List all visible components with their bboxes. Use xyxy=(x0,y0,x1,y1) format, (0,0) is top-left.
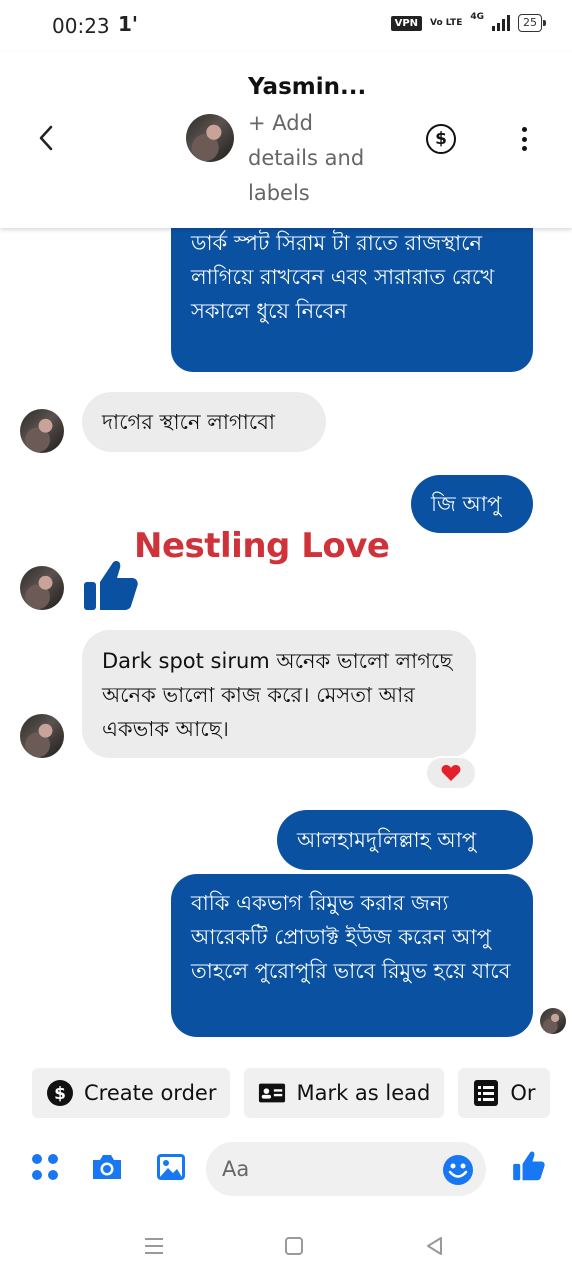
contact-avatar[interactable] xyxy=(186,114,234,162)
svg-text:$: $ xyxy=(54,1084,66,1104)
thumbs-up-icon xyxy=(513,1151,545,1181)
contact-name[interactable]: Yasmin... xyxy=(248,74,366,100)
status-extra: 1' xyxy=(118,12,139,36)
order-list-icon xyxy=(472,1079,500,1107)
dollar-button[interactable]: $ xyxy=(426,124,456,154)
order-button[interactable]: Or xyxy=(458,1068,550,1118)
status-time: 00:23 xyxy=(52,14,110,38)
more-options-button[interactable] xyxy=(512,124,536,154)
heart-icon xyxy=(441,765,461,781)
quick-actions-bar: $ Create order Mark as lead Or xyxy=(32,1068,572,1118)
mark-as-lead-button[interactable]: Mark as lead xyxy=(244,1068,445,1118)
add-details-link[interactable]: + Add details and labels xyxy=(248,106,388,211)
dollar-circle-icon: $ xyxy=(46,1079,74,1107)
message-bubble-incoming[interactable]: দাগের স্থানে লাগাবো xyxy=(82,392,326,452)
sender-avatar xyxy=(20,409,64,453)
menu-icon xyxy=(145,1238,163,1254)
id-card-icon xyxy=(258,1079,286,1107)
dollar-icon: $ xyxy=(435,129,447,149)
camera-icon[interactable] xyxy=(90,1150,124,1184)
vpn-badge: VPN xyxy=(390,15,423,31)
gallery-icon[interactable] xyxy=(154,1150,188,1184)
message-bubble-outgoing[interactable]: জি আপু xyxy=(411,475,533,533)
message-bubble-outgoing[interactable]: ডার্ক স্পট সিরাম টা রাতে রাজস্থানে লাগিয… xyxy=(171,214,533,372)
thumbs-up-send-button[interactable] xyxy=(512,1148,546,1182)
create-order-label: Create order xyxy=(84,1081,217,1105)
back-button[interactable] xyxy=(28,120,64,156)
composer-bar xyxy=(0,1138,572,1202)
emoji-icon[interactable] xyxy=(442,1154,474,1186)
network-type: 4G xyxy=(470,12,484,22)
home-button[interactable] xyxy=(281,1234,307,1258)
message-input-box[interactable] xyxy=(206,1142,486,1196)
sender-avatar xyxy=(20,714,64,758)
mark-as-lead-label: Mark as lead xyxy=(296,1081,431,1105)
order-label: Or xyxy=(510,1081,536,1105)
battery-icon: 25 xyxy=(518,14,546,32)
create-order-button[interactable]: $ Create order xyxy=(32,1068,231,1118)
recents-button[interactable] xyxy=(141,1234,167,1258)
overlay-watermark-text: Nestling Love xyxy=(134,526,390,566)
sender-avatar xyxy=(20,566,64,610)
status-bar: 00:23 1' VPN Vo LTE 4G 25 xyxy=(0,0,572,52)
message-bubble-outgoing[interactable]: আলহামদুলিল্লাহ আপু xyxy=(277,810,533,870)
read-receipt-avatar xyxy=(540,1008,566,1034)
message-reaction[interactable] xyxy=(425,756,477,790)
volte-icon: Vo LTE xyxy=(430,17,463,28)
square-icon xyxy=(285,1237,303,1255)
apps-icon[interactable] xyxy=(28,1150,62,1184)
triangle-back-icon xyxy=(427,1237,442,1255)
message-bubble-outgoing[interactable]: বাকি একভাগ রিমুভ করার জন্য আরেকটি প্রোডা… xyxy=(171,874,533,1037)
signal-icon xyxy=(492,15,510,31)
chat-header: Yasmin... + Add details and labels $ xyxy=(0,52,572,228)
status-indicators: VPN Vo LTE 4G 25 xyxy=(390,12,546,32)
chevron-left-icon xyxy=(39,125,53,151)
back-nav-button[interactable] xyxy=(421,1234,447,1258)
message-bubble-incoming[interactable]: Dark spot sirum অনেক ভালো লাগছে অনেক ভাল… xyxy=(82,630,476,758)
message-input[interactable] xyxy=(222,1152,432,1186)
system-navigation-bar xyxy=(0,1212,572,1280)
thumbs-up-icon[interactable] xyxy=(82,556,140,612)
